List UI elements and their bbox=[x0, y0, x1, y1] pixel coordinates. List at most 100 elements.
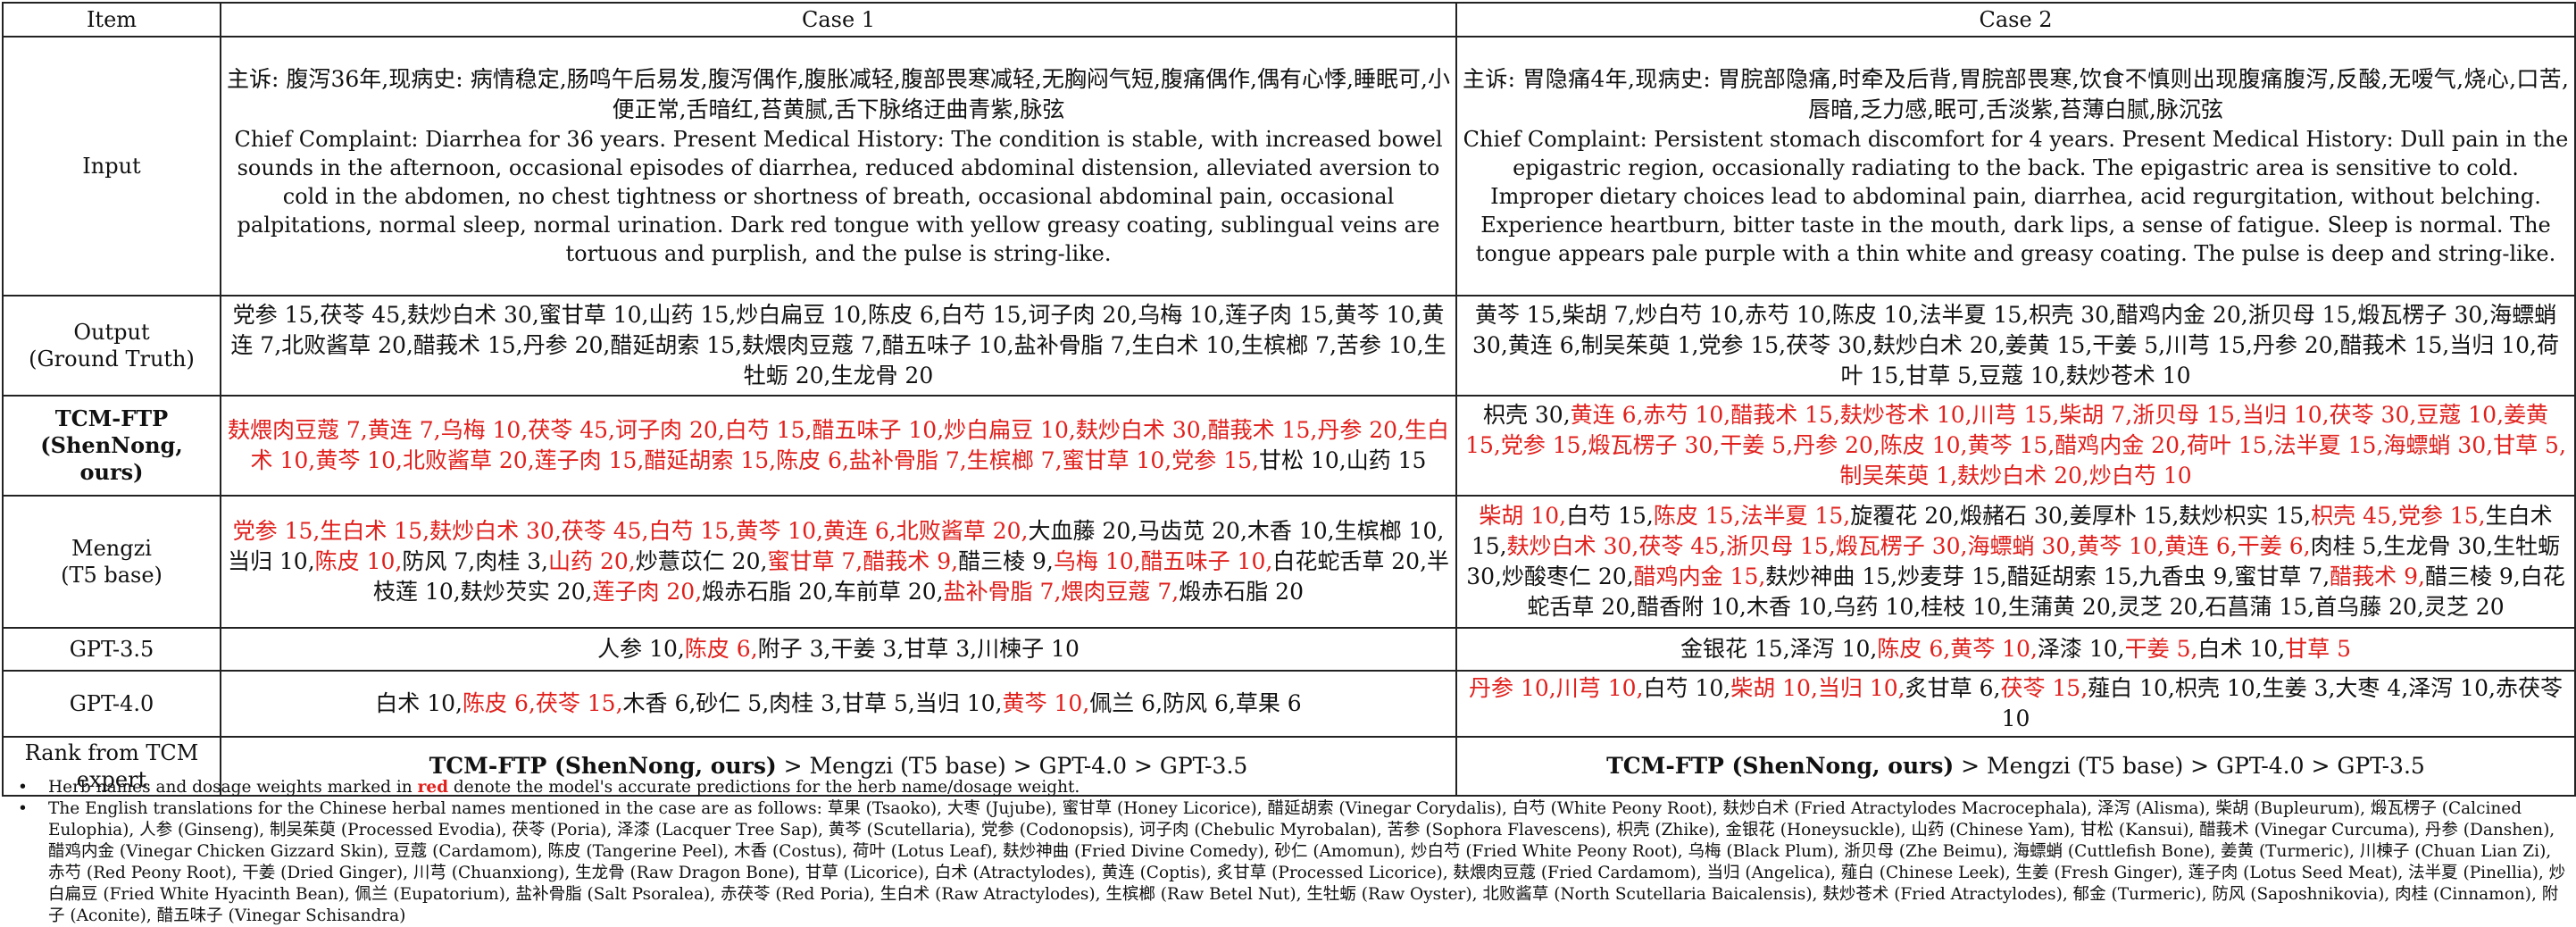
herb-item: 大枣 4, bbox=[2335, 675, 2409, 701]
herb-item: 泽漆 10, bbox=[2037, 636, 2125, 662]
label-gpt35: GPT-3.5 bbox=[2, 627, 221, 672]
herb-item: 醋莪术 9, bbox=[2330, 564, 2425, 589]
herb-item: 柴胡 7, bbox=[2059, 402, 2133, 428]
herb-item: 山药 15, bbox=[648, 302, 737, 328]
row-output: Output (Ground Truth) 党参 15,茯苓 45,麸炒白术 3… bbox=[2, 295, 2576, 397]
herb-item: 乌梅 10, bbox=[440, 417, 529, 443]
herb-item: 甘草 5, bbox=[2493, 432, 2566, 458]
herb-item: 柴胡 10, bbox=[1730, 675, 1818, 701]
label-mengzi-text: Mengzi bbox=[71, 536, 152, 561]
herb-item: 灵芝 20, bbox=[2117, 594, 2205, 620]
herb-item: 丹参 20, bbox=[1793, 432, 1880, 458]
herb-item: 海螵蛸 30, bbox=[1967, 533, 2078, 559]
herb-item: 醋延胡索 15, bbox=[610, 332, 743, 358]
herb-item: 黄连 7, bbox=[367, 417, 441, 443]
label-tcmftp-sub: (ShenNong, ours) bbox=[40, 432, 183, 485]
herb-item: 醋香附 10, bbox=[1637, 594, 1747, 620]
herb-item: 制吴茱萸 1, bbox=[1839, 463, 1958, 489]
herb-item: 草果 6 bbox=[1235, 690, 1302, 716]
input-case1-zh: 主诉: 腹泻36年,现病史: 病情稳定,肠鸣午后易发,腹泻偶作,腹胀减轻,腹部畏… bbox=[227, 66, 1450, 122]
herb-item: 党参 15, bbox=[232, 518, 321, 544]
row-input: Input 主诉: 腹泻36年,现病史: 病情稳定,肠鸣午后易发,腹泻偶作,腹胀… bbox=[2, 36, 2576, 296]
herb-item: 泽泻 10, bbox=[2408, 675, 2496, 701]
gpt35-case1-herbs: 人参 10,陈皮 6,附子 3,干姜 3,甘草 3,川楝子 10 bbox=[597, 636, 1080, 662]
tcmftp-case1: 麸煨肉豆蔻 7,黄连 7,乌梅 10,茯苓 45,诃子肉 20,白芍 15,醋五… bbox=[220, 395, 1457, 497]
header-case2: Case 2 bbox=[1455, 2, 2576, 38]
label-output: Output (Ground Truth) bbox=[2, 295, 221, 397]
herb-item: 茯苓 30, bbox=[1786, 332, 1873, 358]
herb-item: 乌药 10, bbox=[1833, 594, 1922, 620]
herb-item: 干姜 5, bbox=[1720, 432, 1794, 458]
rank-case2-rest: > Mengzi (T5 base) > GPT-4.0 > GPT-3.5 bbox=[1954, 753, 2425, 779]
herb-item: 枳壳 45, bbox=[2311, 503, 2398, 529]
table-footnotes: • Herb names and dosage weights marked i… bbox=[0, 777, 2576, 927]
herb-item: 莲子肉 20, bbox=[592, 579, 703, 605]
herb-item: 生龙骨 20 bbox=[830, 363, 934, 388]
footnote-2: • The English translations for the Chine… bbox=[5, 798, 2571, 927]
input-case1: 主诉: 腹泻36年,现病史: 病情稳定,肠鸣午后易发,腹泻偶作,腹胀减轻,腹部畏… bbox=[220, 36, 1457, 296]
herb-item: 当归 10, bbox=[914, 690, 1003, 716]
gpt35-case1: 人参 10,陈皮 6,附子 3,干姜 3,甘草 3,川楝子 10 bbox=[220, 627, 1457, 672]
herb-item: 北败酱草 20, bbox=[896, 518, 1029, 544]
herb-item: 木香 10, bbox=[1246, 518, 1335, 544]
herb-item: 浙贝母 15, bbox=[2132, 402, 2242, 428]
figure-table-container: { "header": { "item": "Item", "case1": "… bbox=[0, 0, 2576, 925]
label-gpt40-text: GPT-4.0 bbox=[69, 691, 154, 716]
herb-item: 醋五味子 10, bbox=[812, 417, 945, 443]
herb-item: 诃子肉 20, bbox=[1028, 302, 1138, 328]
herb-item: 麸炒白术 20, bbox=[1872, 332, 2005, 358]
herb-item: 陈皮 6, bbox=[867, 302, 941, 328]
tcmftp-case2-herbs: 枳壳 30,黄连 6,赤芍 10,醋莪术 15,麸炒苍术 10,川芎 15,柴胡… bbox=[1465, 402, 2566, 489]
herb-item: 川芎 15, bbox=[1972, 402, 2060, 428]
herb-item: 陈皮 10, bbox=[1831, 302, 1920, 328]
header-item: Item bbox=[2, 2, 221, 38]
herb-item: 豆蔻 10, bbox=[1979, 363, 2066, 388]
herb-item: 白术 10, bbox=[2197, 636, 2286, 662]
herb-item: 人参 10, bbox=[597, 636, 685, 662]
herb-item: 麸炒白术 20, bbox=[1957, 463, 2089, 489]
output-case2: 黄芩 15,柴胡 7,炒白芍 10,赤芍 10,陈皮 10,法半夏 15,枳壳 … bbox=[1455, 295, 2576, 397]
herb-item: 干姜 5, bbox=[2092, 332, 2166, 358]
footnote-1-text-a: Herb names and dosage weights marked in bbox=[48, 778, 418, 797]
herb-item: 麸煨肉豆蔻 7, bbox=[742, 332, 882, 358]
herb-item: 黄芩 15, bbox=[1967, 432, 2055, 458]
herb-item: 甘松 10, bbox=[1258, 447, 1346, 473]
herb-item: 炙甘草 6, bbox=[1905, 675, 2001, 701]
rank-case1-rest: > Mengzi (T5 base) > GPT-4.0 > GPT-3.5 bbox=[776, 753, 1248, 779]
herb-item: 麸炒白术 30, bbox=[407, 302, 539, 328]
herb-item: 醋莪术 15, bbox=[1207, 417, 1318, 443]
herb-item: 甘草 3, bbox=[904, 636, 978, 662]
herb-item: 乌梅 10, bbox=[1053, 548, 1141, 574]
herb-item: 川芎 10, bbox=[1555, 675, 1644, 701]
herb-item: 陈皮 15, bbox=[1653, 503, 1741, 529]
herb-item: 煅瓦楞子 30, bbox=[2357, 302, 2490, 328]
herb-item: 煅瓦楞子 30, bbox=[1588, 432, 1721, 458]
herb-item: 柴胡 10, bbox=[1479, 503, 1567, 529]
herb-item: 干姜 5, bbox=[2124, 636, 2198, 662]
input-case2-en: Chief Complaint: Persistent stomach disc… bbox=[1463, 127, 2569, 266]
herb-item: 党参 15, bbox=[2397, 503, 2486, 529]
mengzi-case2: 柴胡 10,白芍 15,陈皮 15,法半夏 15,旋覆花 20,煅赭石 30,姜… bbox=[1455, 495, 2576, 629]
herb-item: 陈皮 6, bbox=[463, 690, 536, 716]
herb-item: 苦参 10, bbox=[1336, 332, 1424, 358]
herb-item: 麸炒枳实 15, bbox=[2179, 503, 2312, 529]
gpt40-case2: 丹参 10,川芎 10,白芍 10,柴胡 10,当归 10,炙甘草 6,茯苓 1… bbox=[1455, 670, 2576, 738]
herb-item: 海螵蛸 30, bbox=[2383, 432, 2494, 458]
herb-item: 甘草 5, bbox=[841, 690, 915, 716]
herb-item: 黄芩 10, bbox=[736, 518, 823, 544]
herb-item: 浙贝母 15, bbox=[1726, 533, 1836, 559]
herb-item: 白芍 15, bbox=[724, 417, 813, 443]
herb-item: 生姜 3, bbox=[2262, 675, 2336, 701]
herb-item: 枳壳 30, bbox=[2029, 302, 2116, 328]
footnote-2-text: The English translations for the Chinese… bbox=[48, 799, 2566, 925]
herb-item: 柴胡 7, bbox=[1562, 302, 1636, 328]
herb-item: 法半夏 15, bbox=[1919, 302, 2030, 328]
herb-item: 醋延胡索 15, bbox=[2006, 564, 2139, 589]
herb-item: 黄芩 10, bbox=[1334, 302, 1422, 328]
herb-item: 醋莪术 15, bbox=[413, 332, 523, 358]
herb-item: 生白术 10, bbox=[1131, 332, 1242, 358]
herb-item: 生槟榔 7, bbox=[966, 447, 1063, 473]
herb-item: 黄芩 10, bbox=[2077, 533, 2164, 559]
herb-item: 川芎 15, bbox=[2165, 332, 2253, 358]
herb-item: 荷叶 15, bbox=[2186, 432, 2274, 458]
